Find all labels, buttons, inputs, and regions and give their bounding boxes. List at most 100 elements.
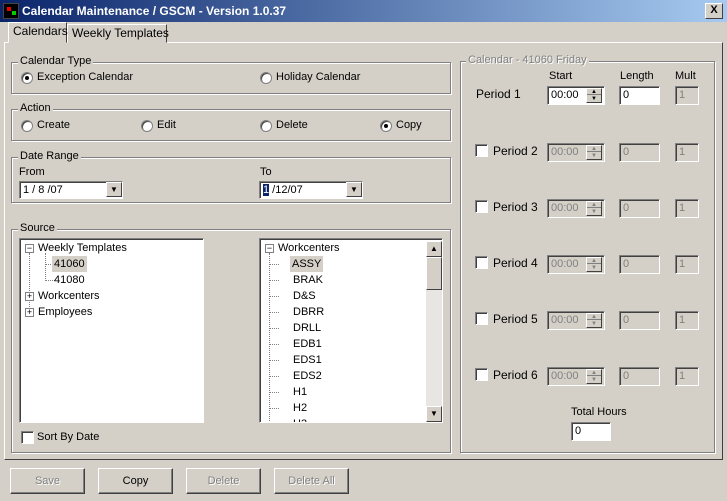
period-3-length-input[interactable]: 0	[619, 199, 660, 218]
workcenter-item[interactable]: H1	[293, 384, 307, 400]
period-2-start-spinner[interactable]: ▲ ▼	[586, 145, 602, 160]
to-date-dropdown[interactable]: ▼	[346, 182, 362, 197]
tree-item-workcenters[interactable]: Workcenters	[38, 288, 100, 304]
tree-item-employees[interactable]: Employees	[38, 304, 92, 320]
period-6-length-input[interactable]: 0	[619, 367, 660, 386]
period-6-checkbox[interactable]	[475, 368, 488, 381]
sort-by-date-checkbox[interactable]	[21, 431, 34, 444]
period-5-start-spinner[interactable]: ▲ ▼	[586, 313, 602, 328]
radio-create[interactable]	[21, 120, 33, 132]
sort-by-date-label: Sort By Date	[37, 431, 100, 443]
spin-down-icon[interactable]: ▼	[587, 153, 601, 159]
spin-down-icon[interactable]: ▼	[587, 377, 601, 383]
tab-weekly-templates[interactable]: Weekly Templates	[67, 24, 169, 43]
scroll-down-button[interactable]: ▼	[426, 406, 442, 422]
period-6-start-spinner[interactable]: ▲ ▼	[586, 369, 602, 384]
spin-up-icon[interactable]: ▲	[587, 370, 601, 376]
calendar-panel-legend: Calendar - 41060 Friday	[466, 54, 589, 66]
collapse-icon[interactable]: −	[25, 244, 34, 253]
expand-icon[interactable]: +	[25, 292, 34, 301]
source-legend: Source	[18, 222, 57, 234]
delete-label: Delete	[276, 119, 308, 131]
tab-calendars[interactable]: Calendars	[8, 22, 68, 43]
period-1-length-input[interactable]: 0	[619, 86, 660, 105]
arrow-down-icon: ▼	[430, 409, 438, 418]
workcenter-item[interactable]: D&S	[293, 288, 316, 304]
period-3-checkbox[interactable]	[475, 200, 488, 213]
workcenter-item[interactable]: EDB1	[293, 336, 322, 352]
period-1-start-spinner[interactable]: ▲ ▼	[586, 88, 602, 103]
to-label: To	[260, 166, 272, 178]
period-5-length-value: 0	[623, 314, 630, 326]
radio-delete[interactable]	[260, 120, 272, 132]
calendar-type-legend: Calendar Type	[18, 55, 94, 67]
tree-connector	[269, 344, 279, 345]
workcenter-item[interactable]: BRAK	[293, 272, 323, 288]
workcenter-item[interactable]: DBRR	[293, 304, 324, 320]
spin-up-icon[interactable]: ▲	[587, 314, 601, 320]
chevron-down-icon: ▼	[350, 185, 358, 194]
spin-down-icon[interactable]: ▼	[587, 321, 601, 327]
period-4-mult-input[interactable]: 1	[675, 255, 699, 274]
source-tree[interactable]: − Weekly Templates 41060 41080 + Workcen…	[19, 238, 204, 423]
period-2-checkbox[interactable]	[475, 144, 488, 157]
period-2-length-input[interactable]: 0	[619, 143, 660, 162]
period-4-checkbox[interactable]	[475, 256, 488, 269]
period-5-mult-input[interactable]: 1	[675, 311, 699, 330]
workcenter-tree-header[interactable]: Workcenters	[278, 240, 340, 256]
tree-item-41080[interactable]: 41080	[54, 272, 85, 288]
from-date-dropdown[interactable]: ▼	[106, 182, 122, 197]
period-4-start-value: 00:00	[551, 258, 579, 270]
spin-up-icon[interactable]: ▲	[587, 146, 601, 152]
collapse-icon[interactable]: −	[265, 244, 274, 253]
period-4-length-input[interactable]: 0	[619, 255, 660, 274]
spin-up-icon[interactable]: ▲	[587, 258, 601, 264]
spin-up-icon[interactable]: ▲	[587, 202, 601, 208]
total-hours-value: 0	[575, 425, 582, 437]
radio-holiday-calendar[interactable]	[260, 72, 272, 84]
workcenter-item[interactable]: H3	[293, 416, 307, 422]
close-button[interactable]: X	[705, 3, 723, 19]
workcenter-item[interactable]: EDS1	[293, 352, 322, 368]
period-3-mult-input[interactable]: 1	[675, 199, 699, 218]
window-title: Calendar Maintenance / GSCM - Version 1.…	[22, 4, 287, 18]
delete-button[interactable]: Delete	[186, 468, 261, 494]
spin-down-icon[interactable]: ▼	[587, 209, 601, 215]
workcenter-item[interactable]: H2	[293, 400, 307, 416]
expand-icon[interactable]: +	[25, 308, 34, 317]
scroll-thumb[interactable]	[426, 257, 442, 290]
tree-connector	[269, 392, 279, 393]
tree-item-weekly-templates[interactable]: Weekly Templates	[38, 240, 127, 256]
period-6-mult-input[interactable]: 1	[675, 367, 699, 386]
from-label: From	[19, 166, 45, 178]
spin-up-icon[interactable]: ▲	[587, 89, 601, 95]
tree-item-41060[interactable]: 41060	[52, 256, 87, 272]
radio-copy[interactable]	[380, 120, 392, 132]
workcenter-tree[interactable]: − Workcenters ASSY BRAK D&S DBRR DRLL ED…	[259, 238, 443, 423]
period-3-start-spinner[interactable]: ▲ ▼	[586, 201, 602, 216]
period-5-length-input[interactable]: 0	[619, 311, 660, 330]
period-2-mult-input[interactable]: 1	[675, 143, 699, 162]
exception-calendar-label: Exception Calendar	[37, 71, 134, 83]
copy-button[interactable]: Copy	[98, 468, 173, 494]
title-bar[interactable]: Calendar Maintenance / GSCM - Version 1.…	[0, 0, 727, 22]
tree-connector	[269, 253, 270, 422]
start-column-header: Start	[549, 70, 573, 82]
chevron-down-icon: ▼	[110, 185, 118, 194]
spin-down-icon[interactable]: ▼	[587, 265, 601, 271]
delete-all-button[interactable]: Delete All	[274, 468, 349, 494]
workcenter-item[interactable]: ASSY	[290, 256, 324, 272]
workcenter-item[interactable]: EDS2	[293, 368, 322, 384]
period-6-start-value: 00:00	[551, 370, 579, 382]
scroll-up-button[interactable]: ▲	[426, 241, 442, 257]
radio-exception-calendar[interactable]	[21, 72, 33, 84]
period-4-start-spinner[interactable]: ▲ ▼	[586, 257, 602, 272]
period-5-mult-value: 1	[679, 314, 686, 326]
workcenter-item[interactable]: DRLL	[293, 320, 321, 336]
spin-down-icon[interactable]: ▼	[587, 96, 601, 102]
radio-edit[interactable]	[141, 120, 153, 132]
period-1-mult-input[interactable]: 1	[675, 86, 699, 105]
period-5-checkbox[interactable]	[475, 312, 488, 325]
total-hours-input[interactable]: 0	[571, 422, 611, 441]
save-button[interactable]: Save	[10, 468, 85, 494]
